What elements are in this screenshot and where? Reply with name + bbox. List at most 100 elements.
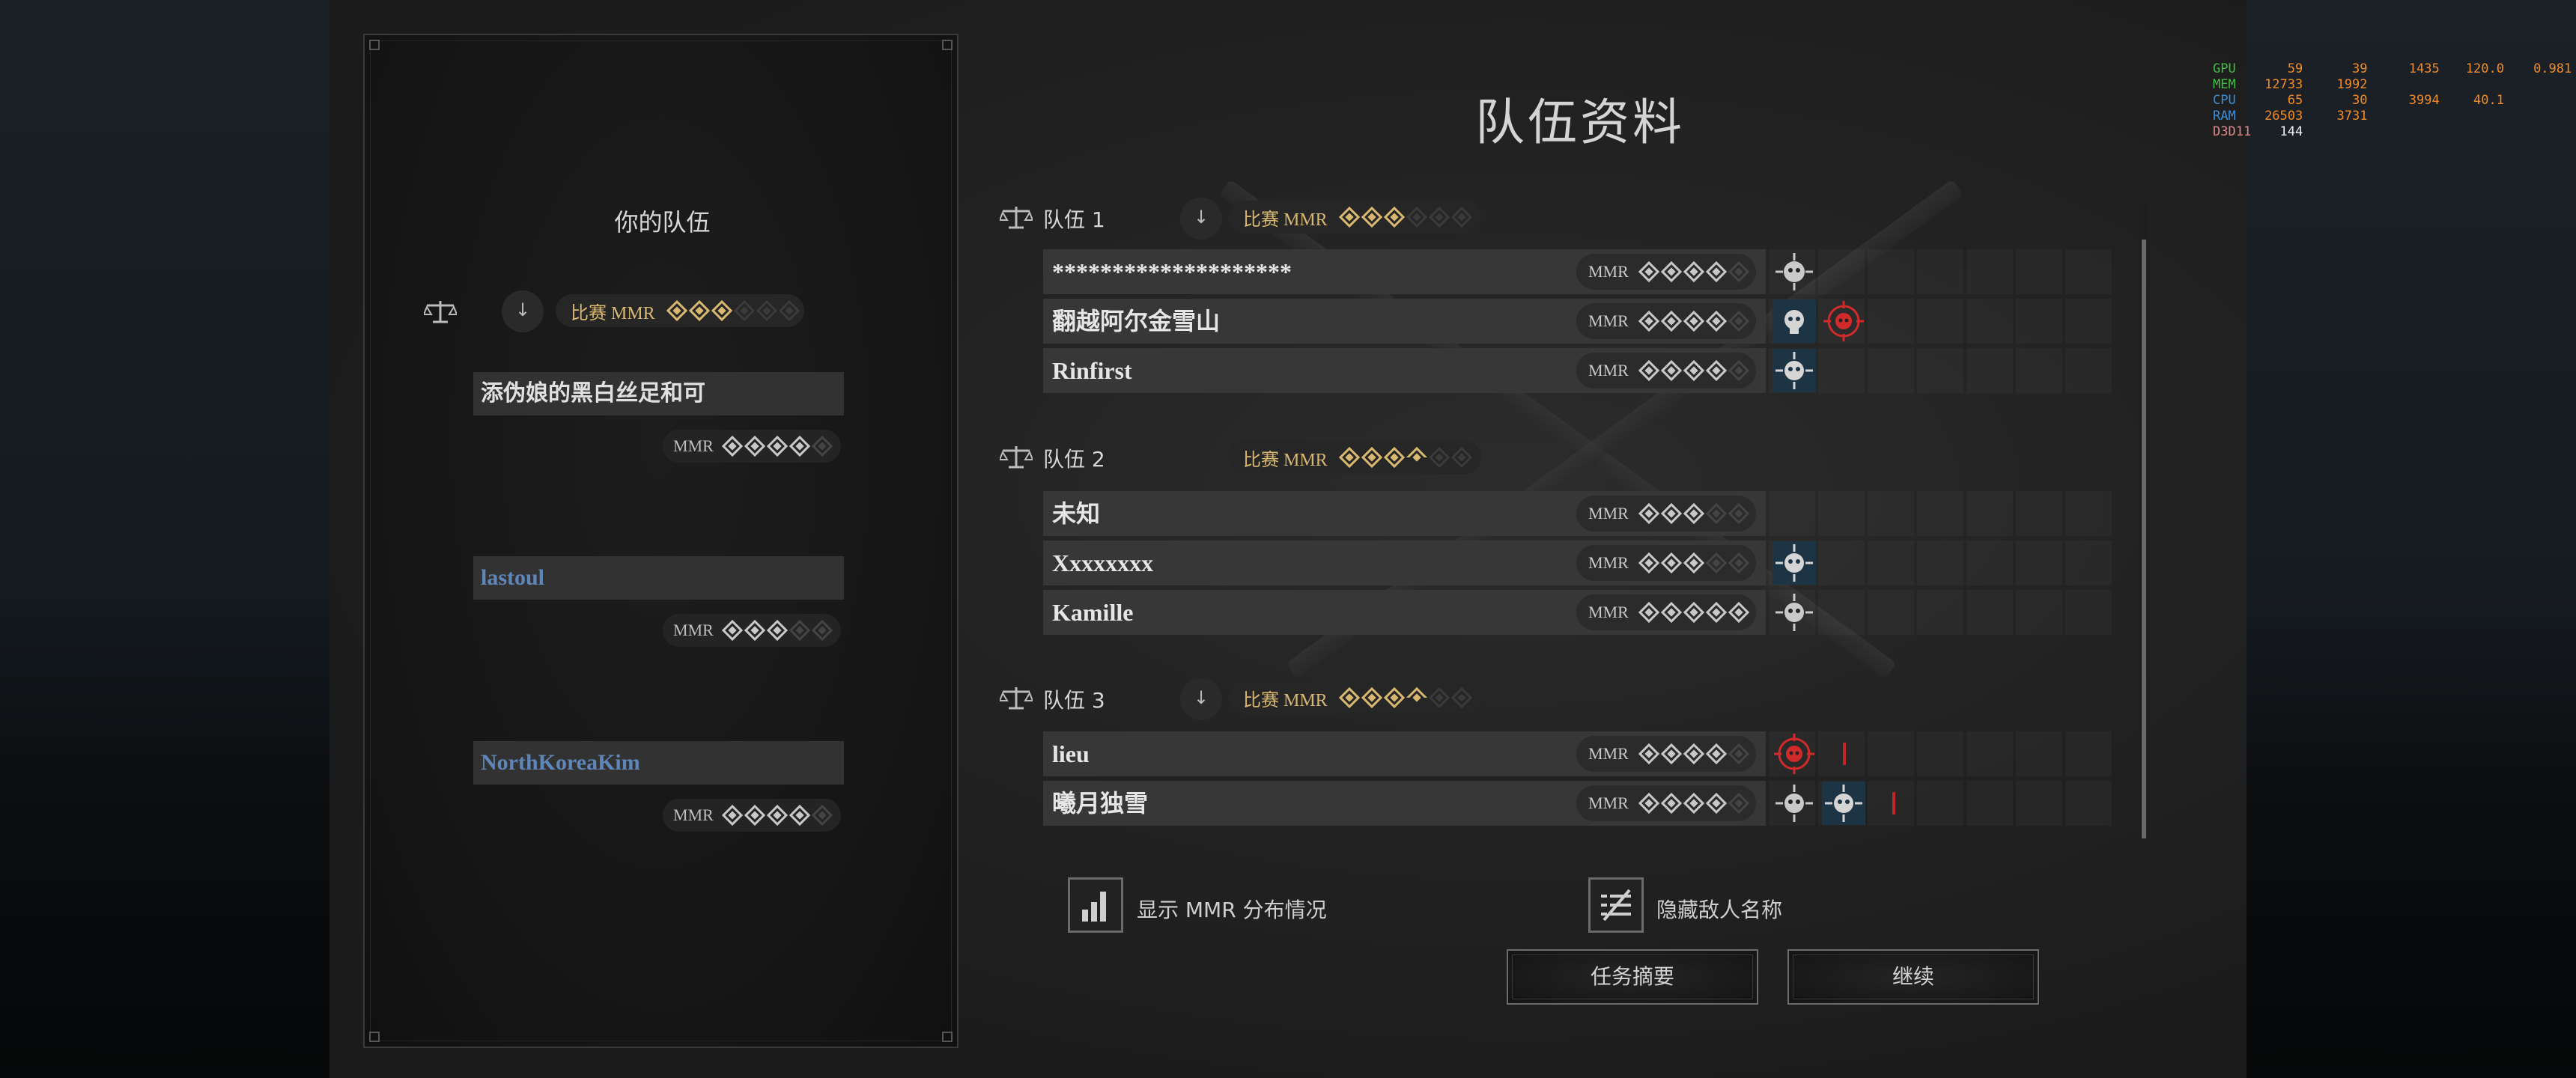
player-mmr: MMR	[1576, 254, 1756, 290]
mmr-star-icon	[721, 619, 743, 642]
mmr-label: MMR	[673, 621, 714, 639]
mmr-star-empty-icon	[1406, 206, 1427, 228]
bounty-slots	[1769, 348, 2121, 393]
bounty-slot	[1917, 491, 1963, 536]
bounty-slot	[1966, 249, 2013, 294]
bounty-slot	[1917, 731, 1963, 776]
mmr-star-empty-icon	[1450, 206, 1472, 228]
mmr-star-icon	[721, 804, 743, 826]
mmr-star-icon	[1361, 686, 1382, 709]
mmr-label: MMR	[673, 436, 714, 455]
mmr-star-icon	[1383, 686, 1405, 709]
bounty-slot	[1966, 540, 2013, 585]
perf-cpu-label: CPU	[2213, 93, 2236, 108]
mmr-star-icon	[1338, 446, 1360, 469]
bounty-slot	[1917, 249, 1963, 294]
your-team-member-name: NorthKoreaKim	[473, 741, 844, 785]
mmr-star-icon	[1705, 743, 1727, 765]
mmr-star-empty-icon	[811, 435, 833, 457]
red-tick-mark	[1892, 792, 1895, 814]
mmr-star-empty-icon	[778, 299, 800, 322]
mmr-label: MMR	[1588, 553, 1629, 572]
performance-overlay: GPU 59 39 1435 120.0 0.981 MEM 12733 199…	[2213, 61, 2572, 140]
perf-gpu-temp: 59	[2287, 61, 2303, 76]
perf-ram-used: 26503	[2264, 109, 2303, 124]
mmr-star-icon	[789, 804, 810, 826]
mmr-star-icon	[1660, 552, 1682, 574]
mmr-star-icon	[1683, 601, 1704, 624]
skull-crosshair-icon	[1772, 541, 1816, 585]
mmr-star-empty-icon	[1428, 686, 1450, 709]
mmr-star-icon	[1638, 601, 1659, 624]
bounty-slot	[2065, 781, 2112, 826]
mmr-star-half-icon	[1406, 446, 1427, 469]
bounty-slot	[1966, 731, 2013, 776]
bounty-slot	[2065, 348, 2112, 393]
mmr-star-empty-icon	[811, 804, 833, 826]
your-team-member-mmr: MMR	[663, 799, 841, 832]
perf-mem-label: MEM	[2213, 77, 2236, 92]
mmr-star-icon	[1361, 206, 1382, 228]
bounty-slots	[1769, 731, 2121, 776]
mmr-star-icon	[1660, 261, 1682, 283]
bounty-slot	[1868, 299, 1914, 344]
mmr-label: MMR	[1588, 262, 1629, 281]
mmr-star-empty-icon	[1428, 446, 1450, 469]
bounty-slot	[1818, 249, 1865, 294]
mmr-star-icon	[1660, 601, 1682, 624]
red-skull-crosshair-icon	[1772, 732, 1816, 776]
bounty-slot	[2016, 590, 2062, 635]
mmr-star-icon	[1660, 792, 1682, 814]
red-tick-mark	[1843, 743, 1846, 765]
mmr-star-icon	[1705, 310, 1727, 332]
perf-cpu-clock: 3994	[2408, 93, 2440, 108]
mmr-star-empty-icon	[1728, 359, 1749, 382]
your-team-member-mmr: MMR	[663, 614, 841, 647]
mmr-star-icon	[1705, 601, 1727, 624]
perf-mem-clock: 1992	[2336, 77, 2368, 92]
bounty-slot	[1868, 491, 1914, 536]
mmr-star-icon	[766, 804, 788, 826]
mmr-star-empty-icon	[1705, 502, 1727, 525]
scrollbar-thumb[interactable]	[2142, 240, 2146, 838]
mmr-star-icon	[1683, 261, 1704, 283]
bounty-slot	[1917, 348, 1963, 393]
team-mmr: 比赛 MMR	[1228, 201, 1481, 234]
mmr-star-empty-icon	[811, 619, 833, 642]
mmr-star-icon	[1705, 261, 1727, 283]
balance-scale-icon	[424, 301, 457, 323]
bounty-slot	[1769, 491, 1815, 536]
perf-ram-label: RAM	[2213, 109, 2236, 124]
bounty-slot	[1818, 491, 1865, 536]
mmr-star-empty-icon	[1728, 552, 1749, 574]
panel-corner	[942, 40, 953, 50]
bounty-slot	[1917, 590, 1963, 635]
your-team-member-mmr: MMR	[663, 430, 841, 463]
your-team-member-name: lastoul	[473, 556, 844, 600]
mmr-star-icon	[1638, 552, 1659, 574]
mmr-star-half-icon	[1406, 686, 1427, 709]
mmr-star-empty-icon	[1728, 261, 1749, 283]
panel-corner	[369, 1032, 380, 1042]
mmr-star-icon	[1683, 792, 1704, 814]
bounty-slot	[2065, 491, 2112, 536]
mmr-star-icon	[1660, 502, 1682, 525]
bounty-slot	[2016, 299, 2062, 344]
continue-button[interactable]: 继续	[1787, 949, 2039, 1005]
show-mmr-distribution-toggle[interactable]	[1068, 877, 1123, 933]
balance-scale-icon	[1000, 687, 1033, 710]
bounty-slot	[1868, 540, 1914, 585]
balance-scale-icon	[1000, 207, 1033, 229]
hide-enemy-names-toggle[interactable]	[1588, 877, 1644, 933]
perf-ram-extra: 3731	[2336, 109, 2368, 124]
perf-gpu-volt: 0.981	[2533, 61, 2572, 76]
mission-summary-button[interactable]: 任务摘要	[1507, 949, 1758, 1005]
bounty-slot	[1818, 590, 1865, 635]
bounty-slot	[2016, 249, 2062, 294]
team-mmr: 比赛 MMR	[1228, 681, 1481, 714]
panel-corner	[369, 40, 380, 50]
mmr-star-icon	[1728, 601, 1749, 624]
team-arrow-icon	[1180, 678, 1222, 720]
perf-api-label: D3D11	[2213, 124, 2252, 139]
mmr-label: MMR	[673, 806, 714, 824]
